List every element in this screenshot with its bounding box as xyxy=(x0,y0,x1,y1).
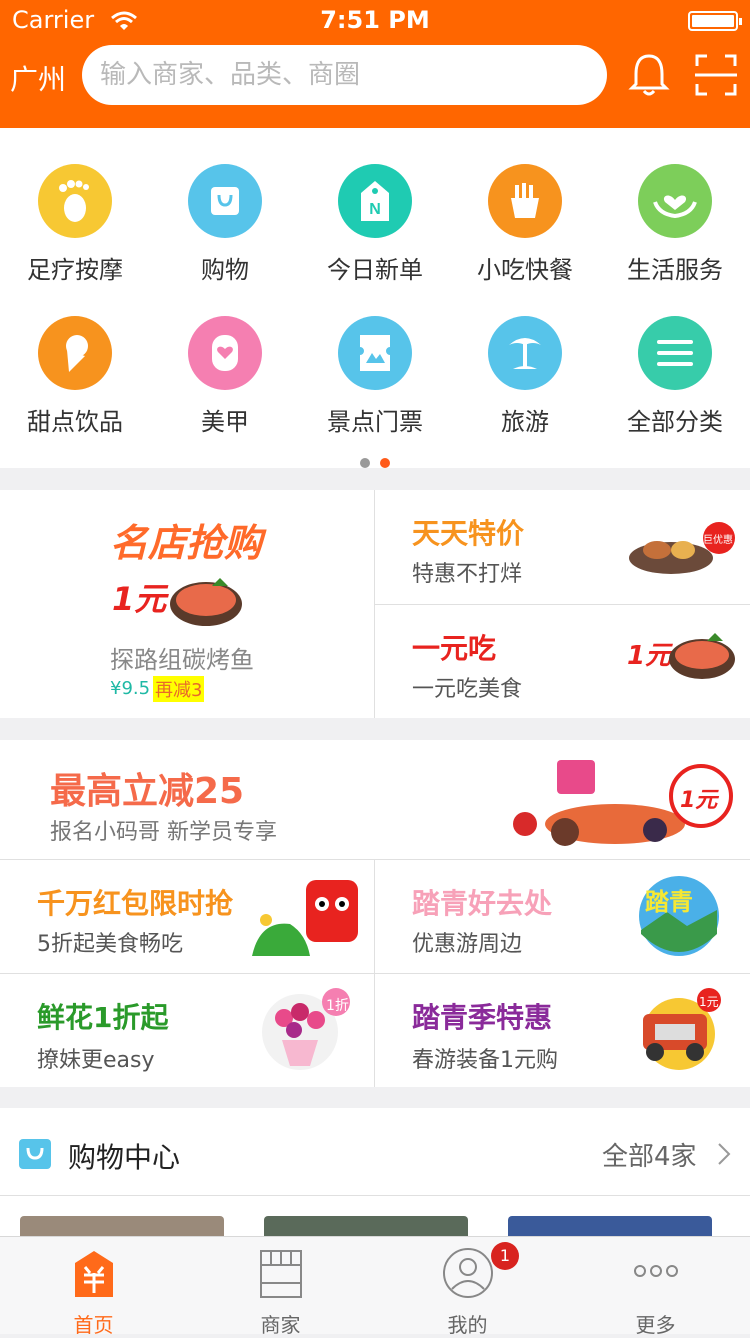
city-selector[interactable]: 广州 xyxy=(10,58,66,98)
shopping-center-header[interactable]: 购物中心 全部4家 xyxy=(0,1108,750,1196)
flowers-badge: 1折 xyxy=(326,998,349,1014)
flowers-subtitle: 撩妹更easy xyxy=(37,1048,155,1073)
more-dots-icon xyxy=(634,1265,678,1277)
category-item[interactable]: 甜点饮品 xyxy=(0,316,150,437)
category-item[interactable]: 足疗按摩 xyxy=(0,164,150,285)
category-label: 美甲 xyxy=(201,408,249,436)
category-item[interactable]: N 今日新单 xyxy=(300,164,450,285)
scan-icon[interactable] xyxy=(694,52,738,98)
user-icon xyxy=(443,1248,493,1298)
category-label: 足疗按摩 xyxy=(27,256,123,284)
category-item[interactable]: 小吃快餐 xyxy=(450,164,600,285)
top-bar: Carrier 7:51 PM 广州 输入商家、品类、商圈 xyxy=(0,0,750,128)
grilled-fish-image xyxy=(170,578,242,626)
one-yuan-eat-subtitle: 一元吃美食 xyxy=(412,677,523,702)
banner-subtitle: 报名小码哥 新学员专享 xyxy=(50,820,277,845)
category-item[interactable]: 美甲 xyxy=(150,316,300,437)
menu-icon xyxy=(638,316,712,390)
spring-deal-card[interactable]: 踏青季特惠 春游装备1元购 1元 xyxy=(375,974,750,1087)
category-label: 购物 xyxy=(201,256,249,284)
store-icon xyxy=(260,1250,302,1298)
flowers-card[interactable]: 鲜花1折起 撩妹更easy 1折 xyxy=(0,974,374,1087)
bell-icon[interactable] xyxy=(627,52,671,98)
category-label: 甜点饮品 xyxy=(27,408,123,436)
grilled-fish-image xyxy=(669,633,735,679)
flash-sale-section: 名店抢购 1元 探路组碳烤鱼 ¥9.5 再减3 天天特价 特惠不打烊 巨优惠 一… xyxy=(0,490,750,718)
ticket-icon xyxy=(338,316,412,390)
new-tag-icon: N xyxy=(338,164,412,238)
store-name: 探路组碳烤鱼 xyxy=(110,646,254,674)
food-platter-image xyxy=(629,522,735,574)
category-label: 景点门票 xyxy=(327,408,423,436)
clock: 7:51 PM xyxy=(320,6,430,34)
category-label: 全部分类 xyxy=(627,408,723,436)
home-sheep-icon xyxy=(75,1251,113,1297)
daily-special-card[interactable]: 天天特价 特惠不打烊 巨优惠 xyxy=(375,490,750,604)
flowers-title: 鲜花1折起 xyxy=(37,1001,169,1034)
see-all-link[interactable]: 全部4家 xyxy=(602,1136,697,1173)
search-input[interactable]: 输入商家、品类、商圈 xyxy=(82,45,607,105)
foot-icon xyxy=(38,164,112,238)
category-item[interactable]: 生活服务 xyxy=(600,164,750,285)
notification-badge: 1 xyxy=(491,1242,519,1270)
one-yuan-badge: 1元 xyxy=(680,788,718,813)
category-grid: 足疗按摩 购物 N 今日新单 小吃快餐 生活服务 甜点饮品 美甲 景点门票 旅游… xyxy=(0,128,750,468)
heart-hands-icon xyxy=(638,164,712,238)
section-title: 购物中心 xyxy=(68,1141,181,1174)
category-label: 旅游 xyxy=(501,408,549,436)
chevron-right-icon[interactable] xyxy=(716,1142,732,1166)
category-label: 今日新单 xyxy=(327,256,423,284)
daily-special-title: 天天特价 xyxy=(412,517,525,550)
discount-banner[interactable]: 最高立减25 报名小码哥 新学员专享 1元 xyxy=(0,740,750,859)
famous-store-title: 名店抢购 xyxy=(110,521,263,565)
one-yuan-badge: 1元 xyxy=(627,641,672,671)
big-deal-badge: 巨优惠 xyxy=(703,535,733,546)
outing-subtitle: 优惠游周边 xyxy=(412,932,523,957)
spring-deal-badge: 1元 xyxy=(699,995,719,1009)
red-packet-mascot-image xyxy=(252,880,358,956)
outing-title: 踏青好去处 xyxy=(412,887,553,920)
category-label: 小吃快餐 xyxy=(477,256,573,284)
red-packet-subtitle: 5折起美食畅吃 xyxy=(37,932,183,957)
page-dot[interactable] xyxy=(360,458,370,468)
page-indicator[interactable] xyxy=(0,453,750,472)
category-item[interactable]: 购物 xyxy=(150,164,300,285)
category-item[interactable]: 旅游 xyxy=(450,316,600,437)
red-packet-title: 千万红包限时抢 xyxy=(37,887,234,920)
spring-deal-subtitle: 春游装备1元购 xyxy=(412,1048,558,1073)
outing-badge-text: 踏青 xyxy=(645,888,693,916)
banner-title: 最高立减25 xyxy=(50,771,245,812)
fries-icon xyxy=(488,164,562,238)
outing-card[interactable]: 踏青好去处 优惠游周边 踏青 xyxy=(375,860,750,973)
one-yuan-eat-title: 一元吃 xyxy=(412,632,497,665)
page-dot-active[interactable] xyxy=(380,458,390,468)
famous-store-card[interactable]: 名店抢购 1元 探路组碳烤鱼 ¥9.5 再减3 xyxy=(0,490,374,718)
price: ¥9.5 xyxy=(110,678,151,699)
category-label: 生活服务 xyxy=(627,256,723,284)
promotions-section: 最高立减25 报名小码哥 新学员专享 1元 千万红包限时抢 5折起美食畅吃 踏青… xyxy=(0,740,750,1087)
ice-cream-icon xyxy=(38,316,112,390)
red-packet-card[interactable]: 千万红包限时抢 5折起美食畅吃 xyxy=(0,860,374,973)
category-item[interactable]: 景点门票 xyxy=(300,316,450,437)
status-bar: Carrier 7:51 PM xyxy=(12,6,742,36)
category-item[interactable]: 全部分类 xyxy=(600,316,750,437)
daily-special-subtitle: 特惠不打烊 xyxy=(412,562,523,587)
one-yuan-eat-card[interactable]: 一元吃 一元吃美食 1元 xyxy=(375,605,750,718)
shopping-bag-icon xyxy=(19,1139,51,1169)
palm-tree-icon xyxy=(488,316,562,390)
one-yuan-badge: 1元 xyxy=(112,580,167,618)
discount-tag: 再减3 xyxy=(153,676,205,702)
svg-text:N: N xyxy=(369,201,381,218)
tab-bar: 首页 商家 1 我的 更多 xyxy=(0,1236,750,1337)
shopping-bag-icon xyxy=(188,164,262,238)
battery-icon xyxy=(688,11,742,31)
spring-deal-title: 踏青季特惠 xyxy=(412,1001,553,1034)
nail-heart-icon xyxy=(188,316,262,390)
